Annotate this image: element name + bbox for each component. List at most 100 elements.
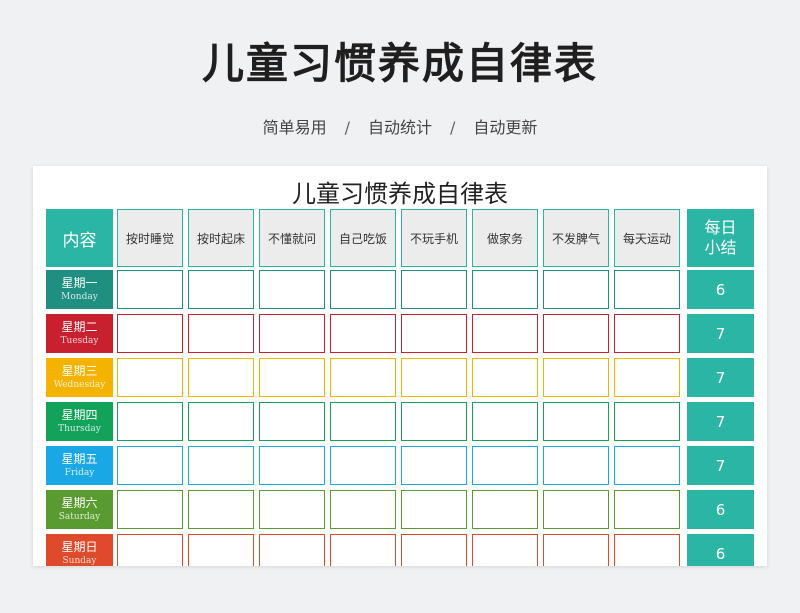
habit-header: 不玩手机 [401,209,467,267]
check-cell[interactable] [330,446,396,485]
check-cell[interactable] [472,358,538,397]
check-cell[interactable] [259,358,325,397]
day-name-english: Monday [61,291,98,302]
check-cell[interactable] [188,358,254,397]
check-cell[interactable] [188,490,254,529]
habit-header: 按时睡觉 [117,209,183,267]
check-cell[interactable] [401,270,467,309]
habit-header: 不发脾气 [543,209,609,267]
check-cell[interactable] [330,270,396,309]
check-cell[interactable] [543,402,609,441]
habit-header: 自己吃饭 [330,209,396,267]
check-cell[interactable] [472,490,538,529]
check-cell[interactable] [330,534,396,566]
check-cell[interactable] [259,402,325,441]
check-cell[interactable] [543,534,609,566]
header-content: 内容 [46,209,113,267]
check-cell[interactable] [401,358,467,397]
habit-header: 按时起床 [188,209,254,267]
check-cell[interactable] [543,358,609,397]
day-name: 星期五 [61,451,98,466]
check-cell[interactable] [188,446,254,485]
check-cell[interactable] [330,490,396,529]
check-cell[interactable] [259,490,325,529]
check-cell[interactable] [543,490,609,529]
daily-score: 7 [687,358,754,397]
check-cell[interactable] [188,314,254,353]
day-name-english: Friday [64,467,95,478]
header-daily-summary: 每日 小结 [687,209,754,267]
check-cell[interactable] [401,534,467,566]
daily-score: 6 [687,270,754,309]
check-cell[interactable] [117,490,183,529]
day-name: 星期六 [61,495,98,510]
feature-auto-stats: 自动统计 [367,118,432,137]
check-cell[interactable] [259,446,325,485]
check-cell[interactable] [614,314,680,353]
check-cell[interactable] [117,270,183,309]
check-cell[interactable] [543,446,609,485]
habit-header: 做家务 [472,209,538,267]
feature-list: 简单易用 / 自动统计 / 自动更新 [0,114,800,138]
check-cell[interactable] [401,490,467,529]
daily-score: 7 [687,446,754,485]
habit-header: 不懂就问 [259,209,325,267]
check-cell[interactable] [117,402,183,441]
check-cell[interactable] [401,314,467,353]
check-cell[interactable] [330,402,396,441]
check-cell[interactable] [401,446,467,485]
check-cell[interactable] [472,314,538,353]
feature-separator: / [344,118,350,137]
check-cell[interactable] [259,270,325,309]
check-cell[interactable] [188,270,254,309]
check-cell[interactable] [188,402,254,441]
page-title: 儿童习惯养成自律表 [201,39,598,88]
check-cell[interactable] [259,314,325,353]
check-cell[interactable] [401,402,467,441]
check-cell[interactable] [117,534,183,566]
check-cell[interactable] [117,358,183,397]
feature-separator: / [450,118,456,137]
day-label: 星期六 Saturday [46,490,113,529]
habit-header: 每天运动 [614,209,680,267]
check-cell[interactable] [614,446,680,485]
day-name: 星期二 [61,319,98,334]
day-name-english: Sunday [62,555,97,566]
check-cell[interactable] [614,402,680,441]
check-cell[interactable] [330,314,396,353]
habit-sheet: 儿童习惯养成自律表 内容 每日 小结 按时睡觉 按时起床 不懂就问 自己吃饭 不玩手机做… [33,166,767,566]
day-label: 星期一 Monday [46,270,113,309]
daily-score: 6 [687,490,754,529]
check-cell[interactable] [472,446,538,485]
day-name-english: Saturday [58,511,101,522]
check-cell[interactable] [543,314,609,353]
daily-score: 7 [687,314,754,353]
daily-score: 7 [687,402,754,441]
check-cell[interactable] [614,534,680,566]
check-cell[interactable] [330,358,396,397]
day-name: 星期日 [61,539,98,554]
check-cell[interactable] [614,358,680,397]
day-name: 星期四 [61,407,98,422]
check-cell[interactable] [472,270,538,309]
check-cell[interactable] [188,534,254,566]
check-cell[interactable] [259,534,325,566]
check-cell[interactable] [117,314,183,353]
check-cell[interactable] [543,270,609,309]
check-cell[interactable] [117,446,183,485]
day-name: 星期一 [61,275,98,290]
check-cell[interactable] [614,270,680,309]
daily-score: 6 [687,534,754,566]
header-daily-summary-line1: 每日 [704,218,737,237]
day-label: 星期五 Friday [46,446,113,485]
header-daily-summary-line2: 小结 [704,238,737,257]
check-cell[interactable] [614,490,680,529]
check-cell[interactable] [472,534,538,566]
check-cell[interactable] [472,402,538,441]
day-label: 星期四 Thursday [46,402,113,441]
day-name-english: Thursday [58,423,101,434]
day-name-english: Wednesday [53,379,106,390]
day-name: 星期三 [61,363,98,378]
day-label: 星期三 Wednesday [46,358,113,397]
day-label: 星期二 Tuesday [46,314,113,353]
